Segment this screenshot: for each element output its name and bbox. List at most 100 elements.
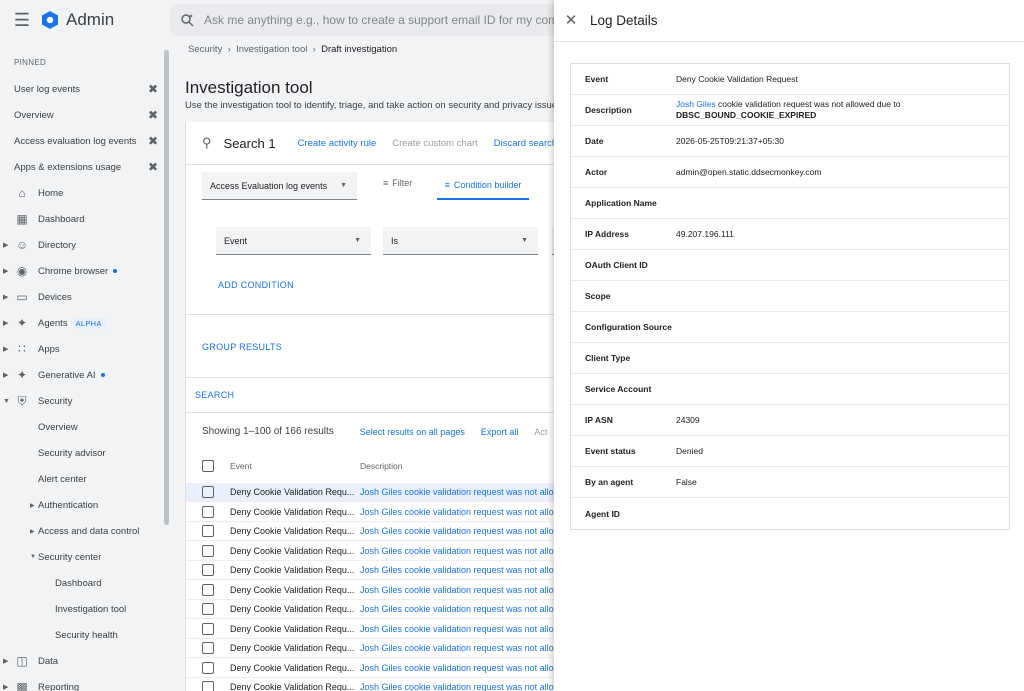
unpin-icon[interactable]: ✖ bbox=[148, 82, 158, 96]
sidebar-item-directory[interactable]: ▶ ☺ Directory bbox=[0, 232, 172, 258]
table-row[interactable]: Deny Cookie Validation Requ... Josh Giles… bbox=[186, 522, 554, 541]
expand-caret-icon[interactable]: ▶ bbox=[3, 319, 8, 327]
row-description[interactable]: Josh Giles cookie validation request was… bbox=[360, 624, 554, 634]
sidebar-item-alert-center[interactable]: Alert center bbox=[0, 466, 172, 492]
row-checkbox[interactable] bbox=[202, 584, 214, 596]
sidebar-item-dashboard[interactable]: ▦ Dashboard bbox=[0, 206, 172, 232]
log-details-table: Event Deny Cookie Validation Request Desc… bbox=[570, 63, 1010, 530]
tab-condition-builder[interactable]: ≡ Condition builder bbox=[437, 172, 529, 200]
select-all-pages-button[interactable]: Select results on all pages bbox=[360, 427, 465, 437]
discard-search-button[interactable]: Discard search bbox=[494, 138, 554, 149]
sidebar-item-agents[interactable]: ▶ ✦ Agents ALPHA bbox=[0, 310, 172, 336]
pinned-item-apps-extensions[interactable]: Apps & extensions usage ✖ bbox=[0, 154, 172, 180]
row-description[interactable]: Josh Giles cookie validation request was… bbox=[360, 526, 554, 536]
brand[interactable]: Admin bbox=[40, 10, 114, 30]
sidebar-item-security[interactable]: ▼ ⛨ Security bbox=[0, 388, 172, 414]
collapse-caret-icon[interactable]: ▼ bbox=[30, 554, 36, 560]
sidebar-item-home[interactable]: ⌂ Home bbox=[0, 180, 172, 206]
select-all-checkbox[interactable] bbox=[202, 460, 214, 472]
expand-caret-icon[interactable]: ▶ bbox=[3, 371, 8, 379]
divider bbox=[186, 377, 554, 378]
row-description[interactable]: Josh Giles cookie validation request was… bbox=[360, 565, 554, 575]
sidebar-scrollbar[interactable] bbox=[164, 50, 169, 525]
sidebar-item-apps[interactable]: ▶ ∷ Apps bbox=[0, 336, 172, 362]
collapse-caret-icon[interactable]: ▼ bbox=[3, 398, 10, 405]
unpin-icon[interactable]: ✖ bbox=[148, 134, 158, 148]
table-row[interactable]: Deny Cookie Validation Requ... Josh Giles… bbox=[186, 561, 554, 580]
expand-caret-icon[interactable]: ▶ bbox=[3, 267, 8, 275]
menu-icon[interactable]: ☰ bbox=[2, 0, 42, 40]
column-header-description[interactable]: Description bbox=[360, 461, 403, 471]
sidebar-item-security-center[interactable]: ▼ Security center bbox=[0, 544, 172, 570]
row-description[interactable]: Josh Giles cookie validation request was… bbox=[360, 682, 554, 691]
pinned-item-user-log-events[interactable]: User log events ✖ bbox=[0, 76, 172, 102]
sidebar-item-security-advisor[interactable]: Security advisor bbox=[0, 440, 172, 466]
row-checkbox[interactable] bbox=[202, 545, 214, 557]
create-custom-chart-button[interactable]: Create custom chart bbox=[392, 138, 478, 149]
tab-filter[interactable]: ≡ Filter bbox=[383, 178, 412, 188]
search-button[interactable]: SEARCH bbox=[195, 390, 234, 400]
actor-link[interactable]: Josh Giles bbox=[676, 99, 716, 109]
sidebar-item-authentication[interactable]: ▶ Authentication bbox=[0, 492, 172, 518]
unpin-icon[interactable]: ✖ bbox=[148, 108, 158, 122]
sidebar-item-sc-dashboard[interactable]: Dashboard bbox=[0, 570, 172, 596]
table-row[interactable]: Deny Cookie Validation Requ... Josh Giles… bbox=[186, 600, 554, 619]
table-row[interactable]: Deny Cookie Validation Requ... Josh Giles… bbox=[186, 503, 554, 522]
row-checkbox[interactable] bbox=[202, 642, 214, 654]
sidebar-item-investigation-tool[interactable]: Investigation tool bbox=[0, 596, 172, 622]
sidebar-item-security-health[interactable]: Security health bbox=[0, 622, 172, 648]
row-checkbox[interactable] bbox=[202, 681, 214, 691]
table-row[interactable]: Deny Cookie Validation Requ... Josh Giles… bbox=[186, 620, 554, 639]
sidebar-item-generative-ai[interactable]: ▶ ✦ Generative AI bbox=[0, 362, 172, 388]
table-row[interactable]: Deny Cookie Validation Requ... Josh Giles… bbox=[186, 581, 554, 600]
breadcrumb-security[interactable]: Security bbox=[188, 44, 222, 55]
actions-button[interactable]: Act bbox=[534, 427, 547, 437]
row-description[interactable]: Josh Giles cookie validation request was… bbox=[360, 643, 554, 653]
create-activity-rule-button[interactable]: Create activity rule bbox=[298, 138, 377, 149]
row-description[interactable]: Josh Giles cookie validation request was… bbox=[360, 585, 554, 595]
row-checkbox[interactable] bbox=[202, 564, 214, 576]
sidebar-item-security-overview[interactable]: Overview bbox=[0, 414, 172, 440]
row-checkbox[interactable] bbox=[202, 486, 214, 498]
table-row[interactable]: Deny Cookie Validation Requ... Josh Giles… bbox=[186, 542, 554, 561]
expand-caret-icon[interactable]: ▶ bbox=[3, 657, 8, 665]
table-row[interactable]: Deny Cookie Validation Requ... Josh Giles… bbox=[186, 483, 554, 502]
breadcrumb-investigation-tool[interactable]: Investigation tool bbox=[236, 44, 307, 55]
close-icon[interactable]: ✕ bbox=[564, 13, 578, 28]
group-results-button[interactable]: GROUP RESULTS bbox=[202, 342, 282, 352]
row-description[interactable]: Josh Giles cookie validation request was… bbox=[360, 487, 554, 497]
row-description[interactable]: Josh Giles cookie validation request was… bbox=[360, 507, 554, 517]
sidebar-item-reporting[interactable]: ▶ ▩ Reporting bbox=[0, 674, 172, 691]
pinned-item-overview[interactable]: Overview ✖ bbox=[0, 102, 172, 128]
expand-caret-icon[interactable]: ▶ bbox=[30, 502, 35, 509]
row-checkbox[interactable] bbox=[202, 623, 214, 635]
unpin-icon[interactable]: ✖ bbox=[148, 160, 158, 174]
condition-field-select[interactable]: Event ▼ bbox=[216, 227, 371, 255]
expand-caret-icon[interactable]: ▶ bbox=[3, 241, 8, 249]
sidebar-item-chrome-browser[interactable]: ▶ ◉ Chrome browser bbox=[0, 258, 172, 284]
table-row[interactable]: Deny Cookie Validation Requ... Josh Giles… bbox=[186, 639, 554, 658]
expand-caret-icon[interactable]: ▶ bbox=[30, 528, 35, 535]
column-header-event[interactable]: Event bbox=[230, 461, 360, 471]
row-checkbox[interactable] bbox=[202, 603, 214, 615]
pinned-item-access-evaluation[interactable]: Access evaluation log events ✖ bbox=[0, 128, 172, 154]
row-checkbox[interactable] bbox=[202, 662, 214, 674]
row-description[interactable]: Josh Giles cookie validation request was… bbox=[360, 546, 554, 556]
add-condition-button[interactable]: ADD CONDITION bbox=[218, 280, 294, 290]
search-input[interactable]: Ask me anything e.g., how to create a su… bbox=[170, 4, 590, 36]
sidebar-item-devices[interactable]: ▶ ▭ Devices bbox=[0, 284, 172, 310]
row-checkbox[interactable] bbox=[202, 506, 214, 518]
sidebar-item-data[interactable]: ▶ ◫ Data bbox=[0, 648, 172, 674]
table-row[interactable]: Deny Cookie Validation Requ... Josh Giles… bbox=[186, 678, 554, 691]
table-row[interactable]: Deny Cookie Validation Requ... Josh Giles… bbox=[186, 659, 554, 678]
row-checkbox[interactable] bbox=[202, 525, 214, 537]
condition-operator-select[interactable]: Is ▼ bbox=[383, 227, 538, 255]
export-all-button[interactable]: Export all bbox=[481, 427, 519, 437]
row-description[interactable]: Josh Giles cookie validation request was… bbox=[360, 663, 554, 673]
expand-caret-icon[interactable]: ▶ bbox=[3, 345, 8, 353]
expand-caret-icon[interactable]: ▶ bbox=[3, 683, 8, 691]
expand-caret-icon[interactable]: ▶ bbox=[3, 293, 8, 301]
row-description[interactable]: Josh Giles cookie validation request was… bbox=[360, 604, 554, 614]
sidebar-item-access-data-control[interactable]: ▶ Access and data control bbox=[0, 518, 172, 544]
data-source-select[interactable]: Access Evaluation log events ▼ bbox=[202, 172, 357, 200]
